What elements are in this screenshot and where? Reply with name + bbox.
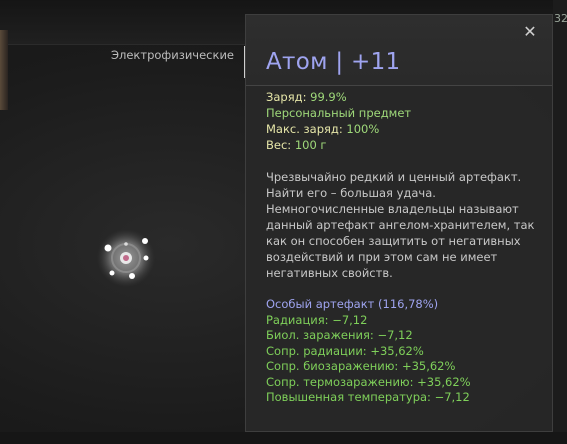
stat-charge: Заряд: 99.9% (266, 89, 411, 105)
stat-personal: Персональный предмет (266, 106, 412, 120)
left-edge-decoration (0, 30, 8, 110)
bottom-bar (0, 432, 567, 444)
effect-bio-contamination: Биол. заражения: −7,12 (266, 328, 413, 342)
effect-radiation: Радиация: −7,12 (266, 312, 368, 327)
item-effects: Особый артефакт (116,78%) Радиация: −7,1… (266, 297, 471, 406)
item-title: Атом | +11 (266, 49, 401, 75)
stat-max-charge-value: 100% (346, 122, 380, 136)
stat-weight-label: Вес: (266, 138, 295, 152)
item-tooltip: ✕ Атом | +11 Заряд: 99.9% Персональный п… (245, 14, 553, 432)
close-icon[interactable]: ✕ (522, 24, 538, 40)
effect-bio-resistance: Сопр. биозаражению: +35,62% (266, 359, 456, 373)
effect-high-temperature: Повышенная температура: −7,12 (266, 390, 470, 404)
stat-max-charge-label: Макс. заряд: (266, 122, 347, 136)
item-stats: Заряд: 99.9% Персональный предмет Макс. … (266, 89, 411, 153)
effect-thermal-resistance: Сопр. термозаражению: +35,62% (266, 374, 471, 389)
corner-counter: 32 (554, 12, 567, 25)
item-description: Чрезвычайно редкий и ценный артефакт. На… (266, 170, 535, 280)
effect-radiation-resistance: Сопр. радиации: +35,62% (266, 343, 424, 358)
stat-charge-label: Заряд: (266, 90, 311, 104)
right-panel-edge (553, 0, 567, 444)
stat-weight-value: 100 г (294, 138, 327, 152)
special-artifact-label: Особый артефакт (116,78%) (266, 297, 439, 311)
stat-weight: Вес: 100 г (266, 137, 411, 153)
stat-charge-value: 99.9% (310, 90, 347, 104)
category-label[interactable]: Электрофизические (60, 48, 234, 62)
stat-max-charge: Макс. заряд: 100% (266, 121, 411, 137)
artifact-atom-icon[interactable] (96, 228, 156, 288)
